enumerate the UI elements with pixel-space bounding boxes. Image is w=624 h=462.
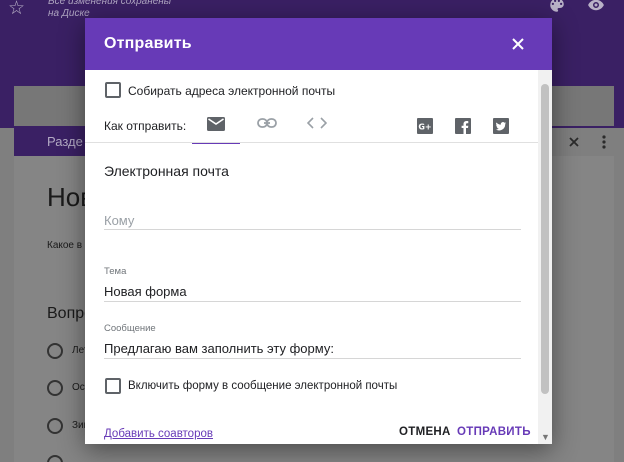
subject-field xyxy=(104,282,521,302)
tabs-divider xyxy=(85,142,538,143)
email-icon xyxy=(207,117,225,131)
embed-code-icon xyxy=(307,117,327,129)
send-dialog: Отправить Собирать адреса электронной по… xyxy=(85,18,552,444)
to-input[interactable] xyxy=(104,213,521,228)
option-row: Лет xyxy=(47,343,88,359)
to-field xyxy=(104,210,521,230)
dialog-title: Отправить xyxy=(104,35,192,52)
google-plus-icon: G+ xyxy=(417,118,433,134)
radio-icon[interactable] xyxy=(47,343,63,359)
subject-label: Тема xyxy=(104,266,127,277)
send-via-label: Как отправить: xyxy=(104,119,187,133)
scroll-thumb[interactable] xyxy=(541,84,549,394)
form-description[interactable]: Какое в xyxy=(47,240,82,251)
send-button[interactable]: ОТПРАВИТЬ xyxy=(457,426,531,438)
palette-icon[interactable] xyxy=(548,0,566,19)
link-icon xyxy=(257,118,277,128)
include-form-checkbox[interactable] xyxy=(105,378,121,394)
include-form-label: Включить форму в сообщение электронной п… xyxy=(128,380,398,392)
message-input[interactable] xyxy=(104,341,521,356)
message-field xyxy=(104,339,521,359)
option-row xyxy=(47,455,87,462)
close-button[interactable] xyxy=(506,32,530,56)
close-icon xyxy=(512,38,524,50)
scroll-down-icon[interactable]: ▼ xyxy=(541,432,550,442)
dialog-scrollbar[interactable]: ▼ xyxy=(538,70,552,444)
facebook-icon xyxy=(455,118,471,134)
tab-email[interactable] xyxy=(192,106,240,144)
tab-embed[interactable] xyxy=(292,106,340,144)
radio-icon[interactable] xyxy=(47,380,63,396)
facebook-share-button[interactable] xyxy=(455,118,471,134)
option-row: Осе xyxy=(47,380,90,396)
collect-emails-checkbox[interactable] xyxy=(105,82,121,98)
cancel-button[interactable]: ОТМЕНА xyxy=(399,426,451,438)
subject-input[interactable] xyxy=(104,284,521,299)
google-plus-share-button[interactable]: G+ xyxy=(417,118,433,134)
message-label: Сообщение xyxy=(104,323,156,334)
preview-eye-icon[interactable] xyxy=(586,0,606,19)
star-icon[interactable]: ☆ xyxy=(8,0,25,20)
twitter-share-button[interactable] xyxy=(493,118,509,134)
save-status: Все изменения сохранены на Диске xyxy=(48,0,172,19)
option-row: Зим xyxy=(47,418,91,434)
more-vert-icon[interactable] xyxy=(601,134,607,155)
section-title: Электронная почта xyxy=(104,163,229,179)
collect-emails-label: Собирать адреса электронной почты xyxy=(128,84,336,98)
radio-icon[interactable] xyxy=(47,455,63,462)
tab-link[interactable] xyxy=(242,106,290,144)
svg-text:G+: G+ xyxy=(418,123,431,132)
dialog-header: Отправить xyxy=(85,18,552,70)
dialog-body: Собирать адреса электронной почты Как от… xyxy=(85,70,538,444)
twitter-icon xyxy=(493,118,509,134)
radio-icon[interactable] xyxy=(47,418,63,434)
add-collaborators-link[interactable]: Добавить соавторов xyxy=(104,428,213,440)
collapse-icon[interactable] xyxy=(568,134,580,155)
